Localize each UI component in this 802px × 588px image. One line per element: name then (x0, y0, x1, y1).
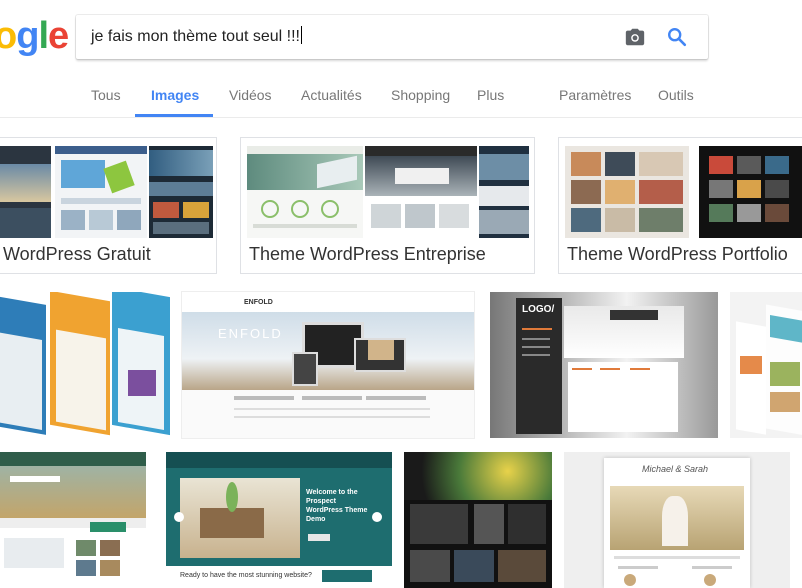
search-input[interactable]: je fais mon thème tout seul !!! (91, 15, 302, 59)
related-card-label: WordPress Gratuit (3, 244, 151, 264)
card-thumbnail (55, 146, 147, 238)
image-result[interactable]: Welcome to the Prospect WordPress Theme … (166, 452, 392, 588)
card-thumbnail (479, 146, 529, 238)
search-box[interactable]: je fais mon thème tout seul !!! (76, 15, 708, 59)
wedding-title: Michael & Sarah (642, 464, 709, 474)
tab-settings[interactable]: Paramètres (559, 86, 631, 104)
tab-images[interactable]: Images (151, 86, 199, 104)
image-result[interactable] (730, 292, 802, 438)
logo-letter-l: l (38, 15, 49, 57)
related-card-label: Theme WordPress Entreprise (249, 244, 486, 264)
tab-videos[interactable]: Vidéos (229, 86, 272, 104)
related-card-theme-wordpress-entreprise[interactable]: Theme WordPress Entreprise (240, 137, 535, 274)
image-result[interactable]: Michael & Sarah (564, 452, 790, 588)
logo-letter-g: g (16, 15, 39, 57)
google-logo[interactable]: ogle (0, 14, 69, 58)
logo-thumb-text: LOGO/ (522, 304, 555, 315)
image-result[interactable] (0, 452, 146, 588)
card-thumbnail (247, 146, 363, 238)
search-query: je fais mon thème tout seul !!! (91, 28, 300, 45)
image-result[interactable] (0, 292, 170, 438)
related-card-wordpress-gratuit[interactable]: WordPress Gratuit (0, 137, 217, 274)
enfold-hero-text: ENFOLD (218, 326, 283, 341)
image-result[interactable] (404, 452, 552, 588)
tab-all[interactable]: Tous (91, 86, 121, 104)
tab-news[interactable]: Actualités (301, 86, 362, 104)
card-thumbnail (699, 146, 802, 238)
logo-letter-e: e (48, 15, 69, 57)
camera-icon[interactable] (624, 26, 646, 48)
card-thumbnail (565, 146, 689, 238)
image-result[interactable]: ENFOLD ENFOLD (182, 292, 474, 438)
tab-more[interactable]: Plus (477, 86, 504, 104)
image-result[interactable]: LOGO/ (490, 292, 718, 438)
tab-tools[interactable]: Outils (658, 86, 694, 104)
tabs-divider (0, 117, 802, 118)
search-icon[interactable] (666, 26, 688, 48)
related-card-label: Theme WordPress Portfolio (567, 244, 788, 264)
logo-letter-o: o (0, 15, 17, 57)
card-thumbnail (365, 146, 477, 238)
enfold-logo-text: ENFOLD (244, 299, 273, 306)
related-card-theme-wordpress-portfolio[interactable]: Theme WordPress Portfolio (558, 137, 802, 274)
prospect-footer-text: Ready to have the most stunning website? (180, 572, 312, 579)
text-caret (301, 26, 302, 44)
tab-shopping[interactable]: Shopping (391, 86, 450, 104)
card-thumbnail (0, 146, 51, 238)
card-thumbnail (149, 146, 213, 238)
